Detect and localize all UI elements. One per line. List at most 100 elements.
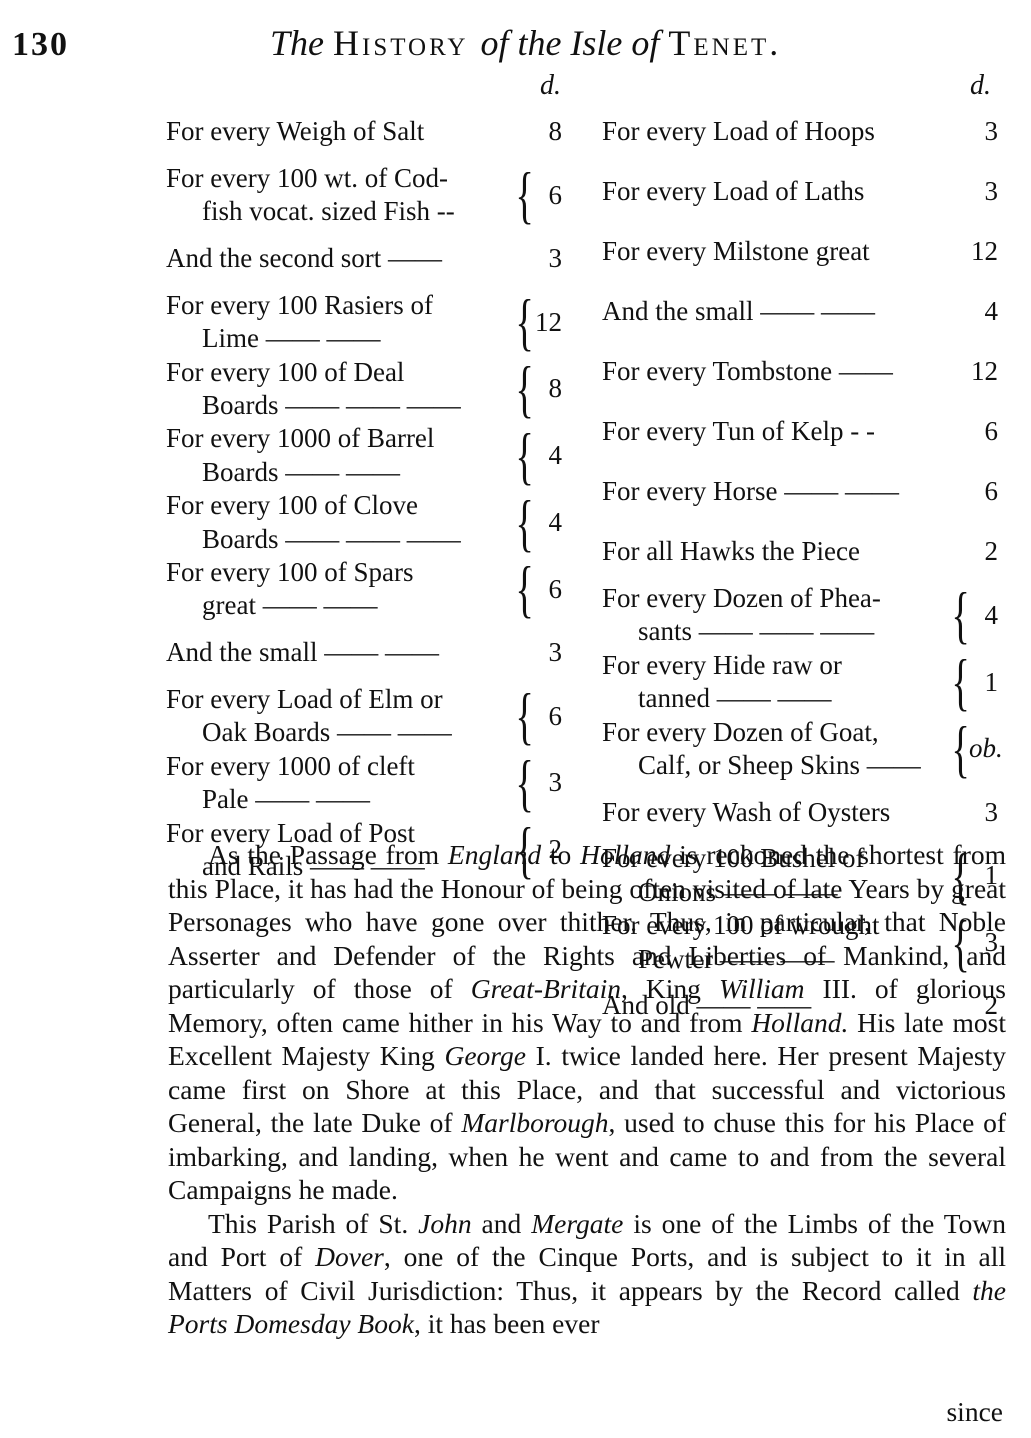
italic-phrase: Holland	[580, 839, 671, 870]
toll-amount: 8	[548, 373, 563, 404]
toll-item-label: For every 1000 of cleft Pale —— ——	[166, 750, 511, 817]
toll-item-label: For every Load of Hoops	[602, 115, 947, 148]
toll-amount: ob.	[969, 733, 1003, 764]
text-run: and	[471, 1207, 532, 1239]
text-run: This Parish of St.	[208, 1207, 419, 1239]
running-head-part: of the Isle of	[480, 23, 669, 63]
toll-amount: 4	[984, 296, 999, 327]
toll-amount: 4	[548, 440, 563, 471]
italic-phrase: John	[418, 1207, 472, 1239]
paragraph: As the Passage from England to Holland i…	[168, 838, 1006, 1207]
toll-item-line: For every Tun of Kelp - -	[602, 416, 875, 447]
toll-amount: 6	[548, 179, 563, 210]
toll-amount: 8	[548, 116, 563, 147]
toll-item-line: For every Milstone great	[602, 236, 870, 267]
brace-icon: {	[951, 579, 970, 651]
toll-entry: For every Hide raw or tanned —— ——{1	[602, 649, 1012, 716]
toll-amount: 4	[984, 599, 999, 630]
toll-item-line: Boards —— ——	[202, 456, 400, 487]
toll-entry: For every Horse —— ——{6	[602, 462, 1012, 522]
toll-item-line: For every 100 Rasiers of	[166, 289, 433, 320]
italic-phrase: George	[444, 1040, 526, 1071]
toll-entry: For every Wash of Oysters{3	[602, 782, 1012, 842]
toll-item-label: For every Weigh of Salt	[166, 115, 511, 148]
text-run: to	[541, 839, 581, 870]
page-number: 130	[12, 26, 69, 63]
toll-item-line: For every Dozen of Phea-	[602, 583, 881, 613]
toll-table-left-column: For every Weigh of Salt{8For every 100 w…	[166, 102, 576, 883]
toll-item-line: For every 100 of Clove	[166, 490, 418, 521]
toll-item-line: For every Load of Elm or	[166, 683, 443, 714]
toll-entry: For every 100 of Deal Boards —— —— ——{8	[166, 356, 576, 423]
toll-item-label: For every 100 wt. of Cod-fish vocat. siz…	[166, 162, 511, 229]
toll-entry: For every Milstone great{12	[602, 222, 1012, 282]
brace-icon: {	[515, 486, 534, 558]
toll-item-line: For every 1000 of cleft	[166, 750, 415, 781]
toll-item-label: For every Tun of Kelp - -	[602, 415, 947, 448]
brace-icon: {	[515, 553, 534, 625]
brace-icon: {	[515, 159, 534, 231]
toll-entry: For every Load of Elm or Oak Boards —— ——…	[166, 683, 576, 750]
toll-item-line: tanned —— ——	[638, 683, 832, 714]
toll-item-line: Oak Boards —— ——	[202, 717, 452, 748]
toll-amount: 6	[548, 573, 563, 604]
toll-item-line: For every Dozen of Goat,	[602, 716, 879, 747]
toll-item-label: And the second sort ——	[166, 242, 511, 275]
toll-amount: 3	[984, 116, 999, 147]
toll-entry: For every Tun of Kelp - -{6	[602, 402, 1012, 462]
toll-item-line: For every Tombstone ——	[602, 356, 893, 387]
toll-item-line: For all Hawks the Piece	[602, 536, 860, 567]
toll-entry: For every 100 of Clove Boards —— —— ——{4	[166, 489, 576, 556]
toll-amount: 6	[984, 416, 999, 447]
toll-item-line: For every 1000 of Barrel	[166, 423, 435, 454]
text-run: , it has been ever	[413, 1308, 600, 1339]
toll-item-line: Boards —— —— ——	[202, 390, 461, 421]
running-head-part: The	[270, 23, 333, 63]
toll-item-label: For every Dozen of Phea-sants —— —— ——	[602, 582, 947, 649]
toll-entry: For every Load of Hoops{3	[602, 102, 1012, 162]
toll-item-label: For every Wash of Oysters	[602, 796, 947, 829]
toll-item-label: And the small —— ——	[166, 636, 511, 669]
italic-phrase: Mergate	[531, 1207, 624, 1239]
text-run: As the Passage from	[208, 839, 448, 870]
toll-entry: For every 100 of Spars great —— ——{6	[166, 556, 576, 623]
toll-item-label: For every 1000 of Barrel Boards —— ——	[166, 422, 511, 489]
column-unit-left: d.	[540, 70, 561, 101]
toll-amount: 3	[548, 243, 563, 274]
toll-item-line: For every Weigh of Salt	[166, 116, 425, 147]
italic-phrase: William	[718, 973, 805, 1004]
toll-entry: For every 1000 of Barrel Boards —— ——{4	[166, 422, 576, 489]
toll-item-label: For every 100 of Spars great —— ——	[166, 556, 511, 623]
toll-item-line: For every Load of Laths	[602, 176, 865, 207]
toll-entry: For every Dozen of Phea-sants —— —— ——{4	[602, 582, 1012, 649]
toll-item-label: For every 100 of Clove Boards —— —— ——	[166, 489, 511, 556]
toll-item-line: For every 100 of Spars	[166, 557, 414, 588]
toll-item-line: Pale —— ——	[202, 784, 370, 815]
toll-item-label: For every Dozen of Goat, Calf, or Sheep S…	[602, 716, 947, 783]
toll-entry: And the second sort ——{3	[166, 229, 576, 289]
toll-item-line: And the small —— ——	[602, 296, 875, 327]
brace-icon: {	[515, 419, 534, 491]
toll-amount: 4	[548, 506, 563, 537]
running-head: The History of the Isle of Tenet.	[270, 22, 781, 64]
toll-entry: For every 100 Rasiers of Lime —— ——{12	[166, 289, 576, 356]
toll-amount: 2	[984, 536, 999, 567]
italic-phrase: England	[447, 839, 542, 870]
toll-item-line: For every Horse —— ——	[602, 476, 899, 507]
italic-phrase: Holland.	[751, 1006, 849, 1038]
toll-entry: And the small —— ——{4	[602, 282, 1012, 342]
toll-item-line: Calf, or Sheep Skins ——	[638, 750, 921, 781]
running-head-part: History	[333, 23, 481, 63]
text-run: , King	[620, 973, 719, 1004]
toll-item-label: For every Load of Elm or Oak Boards —— ——	[166, 683, 511, 750]
italic-phrase: Great-Britain	[470, 973, 621, 1004]
toll-entry: For every Dozen of Goat, Calf, or Sheep S…	[602, 716, 1012, 783]
toll-entry: For every 1000 of cleft Pale —— ——{3	[166, 750, 576, 817]
toll-entry: For every Weigh of Salt{8	[166, 102, 576, 162]
brace-icon: {	[515, 286, 534, 358]
column-unit-right: d.	[970, 70, 991, 101]
toll-amount: 12	[971, 356, 998, 387]
toll-item-label: For every Milstone great	[602, 235, 947, 268]
toll-item-label: For every 100 of Deal Boards —— —— ——	[166, 356, 511, 423]
catchword: since	[946, 1396, 1003, 1427]
